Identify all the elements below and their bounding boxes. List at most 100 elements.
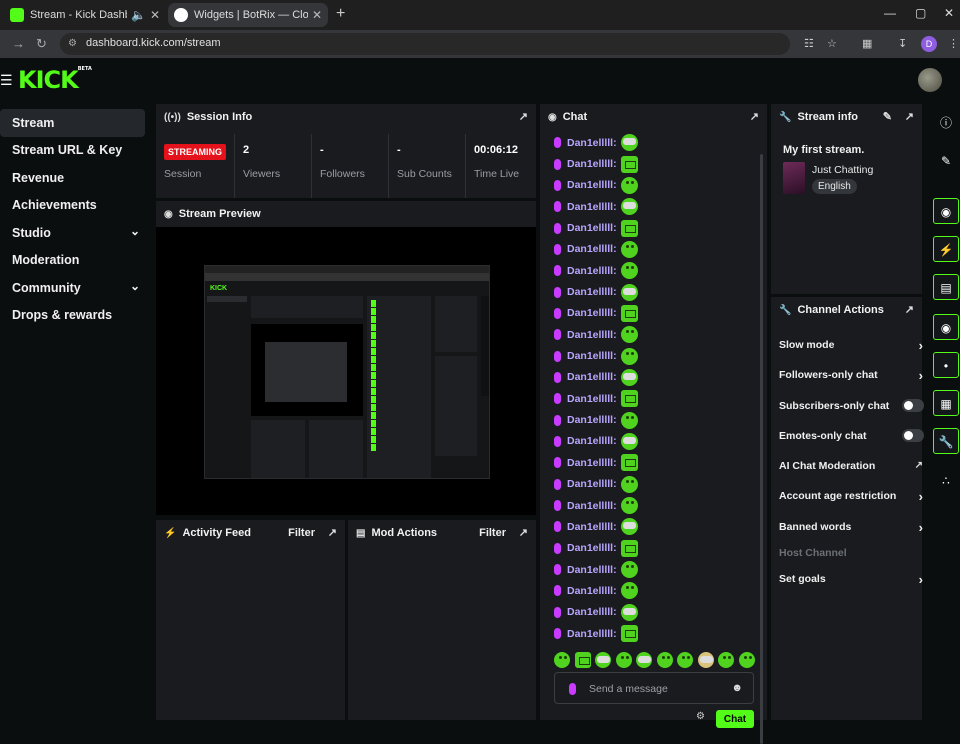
- set-goals-action[interactable]: Set goals ›: [779, 572, 923, 591]
- chat-username[interactable]: Dan1elllll:: [567, 521, 617, 533]
- browser-tab-kick-dashboard[interactable]: Stream - Kick Dashboard 🔈 ✕: [4, 3, 166, 27]
- chat-username[interactable]: Dan1elllll:: [567, 542, 617, 554]
- chat-username[interactable]: Dan1elllll:: [567, 457, 617, 469]
- emote-icon[interactable]: [615, 652, 632, 668]
- chat-username[interactable]: Dan1elllll:: [567, 179, 617, 191]
- emoji-picker-icon[interactable]: ☻: [731, 682, 743, 694]
- browser-profile-avatar[interactable]: D: [921, 36, 937, 52]
- site-info-icon[interactable]: ⚙: [68, 38, 77, 49]
- translate-icon[interactable]: ☷: [804, 37, 814, 50]
- user-avatar[interactable]: [918, 68, 942, 92]
- emote-icon[interactable]: [697, 652, 714, 668]
- chat-username[interactable]: Dan1elllll:: [567, 243, 617, 255]
- popout-icon[interactable]: ↗: [519, 526, 528, 539]
- close-tab-icon[interactable]: ✕: [312, 8, 322, 22]
- new-tab-icon[interactable]: +: [336, 5, 345, 23]
- document-icon[interactable]: ▤: [933, 274, 959, 300]
- chat-username[interactable]: Dan1elllll:: [567, 307, 617, 319]
- close-tab-icon[interactable]: ✕: [150, 8, 160, 22]
- chat-username[interactable]: Dan1elllll:: [567, 585, 617, 597]
- mic-badge-icon: [554, 286, 561, 298]
- chat-username[interactable]: Dan1elllll:: [567, 500, 617, 512]
- dots-icon[interactable]: ∴: [933, 468, 959, 494]
- chat-username[interactable]: Dan1elllll:: [567, 606, 617, 618]
- pencil-icon[interactable]: ✎: [933, 148, 959, 174]
- maximize-icon[interactable]: ▢: [915, 6, 926, 20]
- menu-kebab-icon[interactable]: ⋮: [948, 37, 959, 50]
- emote-icon[interactable]: [656, 652, 673, 668]
- chat-username[interactable]: Dan1elllll:: [567, 201, 617, 213]
- info-icon[interactable]: ⓘ: [933, 110, 959, 136]
- chat-bubble-icon[interactable]: ◉: [933, 314, 959, 340]
- chat-username[interactable]: Dan1elllll:: [567, 265, 617, 277]
- filter-button[interactable]: Filter: [288, 527, 315, 539]
- popout-icon[interactable]: ↗: [905, 110, 914, 123]
- slow-mode-action[interactable]: Slow mode ›: [779, 338, 923, 357]
- chat-username[interactable]: Dan1elllll:: [567, 371, 617, 383]
- followers-only-chat-action[interactable]: Followers-only chat ›: [779, 368, 923, 387]
- chat-username[interactable]: Dan1elllll:: [567, 414, 617, 426]
- popout-icon[interactable]: ↗: [519, 110, 528, 123]
- reload-icon[interactable]: ↻: [36, 36, 47, 52]
- chat-settings-gear-icon[interactable]: ⚙: [696, 711, 705, 722]
- chevron-down-icon: ⌄: [129, 279, 140, 293]
- sidebar-item-moderation[interactable]: Moderation: [0, 247, 150, 275]
- toggle-switch[interactable]: [902, 399, 924, 412]
- emote-icon[interactable]: [574, 652, 591, 668]
- chat-username[interactable]: Dan1elllll:: [567, 137, 617, 149]
- address-bar[interactable]: ⚙ dashboard.kick.com/stream: [60, 33, 790, 55]
- popout-icon[interactable]: ↗: [905, 303, 914, 316]
- hamburger-menu-icon[interactable]: ☰: [0, 72, 13, 89]
- banned-words-action[interactable]: Banned words ›: [779, 520, 923, 539]
- chat-username[interactable]: Dan1elllll:: [567, 393, 617, 405]
- emote-icon[interactable]: [738, 652, 755, 668]
- chat-username[interactable]: Dan1elllll:: [567, 564, 617, 576]
- chat-username[interactable]: Dan1elllll:: [567, 329, 617, 341]
- emote-icon[interactable]: [554, 652, 570, 668]
- popout-icon[interactable]: ↗: [750, 110, 759, 123]
- minimize-icon[interactable]: —: [884, 6, 896, 20]
- sidebar-item-studio[interactable]: Studio ⌄: [0, 219, 150, 247]
- chat-username[interactable]: Dan1elllll:: [567, 478, 617, 490]
- send-chat-button[interactable]: Chat: [716, 710, 754, 728]
- sidebar-item-community[interactable]: Community ⌄: [0, 274, 150, 302]
- chat-username[interactable]: Dan1elllll:: [567, 158, 617, 170]
- sidebar-item-stream-url-key[interactable]: Stream URL & Key: [0, 137, 150, 165]
- emote-icon[interactable]: [636, 652, 652, 668]
- chat-username[interactable]: Dan1elllll:: [567, 628, 617, 640]
- ai-chat-moderation-action[interactable]: AI Chat Moderation ↗: [779, 460, 923, 478]
- chat-username[interactable]: Dan1elllll:: [567, 435, 617, 447]
- sidebar-item-drops-rewards[interactable]: Drops & rewards: [0, 302, 150, 330]
- user-card-icon[interactable]: ▦: [933, 390, 959, 416]
- account-age-restriction-action[interactable]: Account age restriction ›: [779, 489, 923, 508]
- filter-button[interactable]: Filter: [479, 527, 506, 539]
- preview-video[interactable]: KICK: [156, 227, 536, 515]
- close-window-icon[interactable]: ✕: [944, 6, 954, 20]
- sidebar-item-revenue[interactable]: Revenue: [0, 164, 150, 192]
- browser-tab-botrix[interactable]: Widgets | BotRix — Cloud Strea ✕: [168, 3, 328, 27]
- sidebar-item-stream[interactable]: Stream: [0, 109, 145, 137]
- camera-icon[interactable]: ◉: [933, 198, 959, 224]
- extensions-icon[interactable]: ▦: [862, 37, 872, 50]
- forward-icon[interactable]: →: [12, 36, 25, 51]
- broadcast-icon[interactable]: •: [933, 352, 959, 378]
- emote-icon[interactable]: [595, 652, 611, 668]
- kick-logo[interactable]: KICKBETA: [18, 66, 92, 94]
- popout-icon[interactable]: ↗: [328, 526, 337, 539]
- emote-icon[interactable]: [718, 652, 734, 668]
- chat-username[interactable]: Dan1elllll:: [567, 350, 617, 362]
- sidebar-item-achievements[interactable]: Achievements: [0, 192, 150, 220]
- emote-icon[interactable]: [677, 652, 693, 668]
- subscribers-only-chat-toggle[interactable]: Subscribers-only chat: [779, 399, 924, 418]
- chat-username[interactable]: Dan1elllll:: [567, 222, 617, 234]
- wrench-icon[interactable]: 🔧: [933, 428, 959, 454]
- edit-pencil-icon[interactable]: ✎: [883, 110, 892, 123]
- emotes-only-chat-toggle[interactable]: Emotes-only chat: [779, 429, 924, 448]
- download-icon[interactable]: ↧: [898, 37, 907, 50]
- chat-message-input[interactable]: Send a message ☻: [554, 672, 754, 704]
- bolt-icon[interactable]: ⚡: [933, 236, 959, 262]
- chat-scrollbar[interactable]: [760, 154, 763, 744]
- bookmark-star-icon[interactable]: ☆: [827, 37, 837, 50]
- chat-username[interactable]: Dan1elllll:: [567, 286, 617, 298]
- toggle-switch[interactable]: [902, 429, 924, 442]
